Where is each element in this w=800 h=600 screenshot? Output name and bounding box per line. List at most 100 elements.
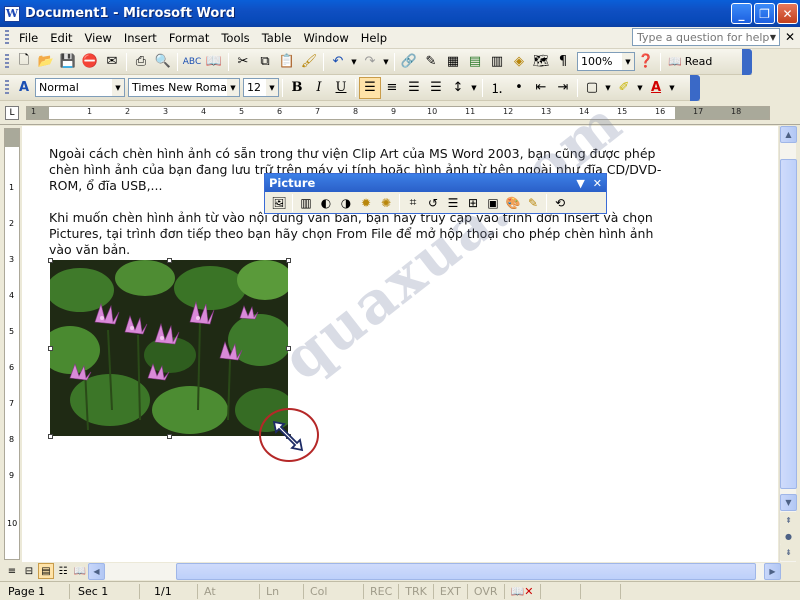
status-column[interactable]: Col xyxy=(304,583,364,599)
bold-button[interactable]: B xyxy=(286,77,308,99)
toolbar-options-icon[interactable] xyxy=(742,49,752,75)
minimize-button[interactable]: _ xyxy=(731,3,752,24)
font-size-dropdown-icon[interactable]: ▼ xyxy=(266,79,278,96)
horizontal-scroll-thumb[interactable] xyxy=(176,563,756,580)
resize-handle-bottom[interactable] xyxy=(167,434,172,439)
highlight-dropdown-icon[interactable]: ▼ xyxy=(635,77,645,99)
reading-layout-icon[interactable]: 📖 xyxy=(72,563,88,579)
resize-handle-top-left[interactable] xyxy=(48,258,53,263)
status-trk[interactable]: TRK xyxy=(399,583,434,599)
outline-view-icon[interactable]: ☷ xyxy=(55,563,71,579)
word-app-icon[interactable]: W xyxy=(4,5,20,22)
menu-grip-icon[interactable] xyxy=(5,29,9,46)
font-color-icon[interactable]: A xyxy=(645,77,667,99)
resize-handle-top-right[interactable] xyxy=(286,258,291,263)
print-layout-icon[interactable]: ▤ xyxy=(38,563,54,579)
restore-button[interactable]: ❐ xyxy=(754,3,775,24)
save-icon[interactable]: 💾 xyxy=(57,51,79,73)
undo-dropdown-icon[interactable]: ▼ xyxy=(349,51,359,73)
rotate-left-icon[interactable]: ↺ xyxy=(423,193,443,212)
redo-dropdown-icon[interactable]: ▼ xyxy=(381,51,391,73)
paragraph-2[interactable]: Khi muốn chèn hình ảnh từ vào nội dung v… xyxy=(49,210,669,258)
columns-icon[interactable]: ▥ xyxy=(486,51,508,73)
color-icon[interactable]: ▥ xyxy=(296,193,316,212)
print-preview-icon[interactable]: 🔍 xyxy=(152,51,174,73)
help-icon[interactable]: ❓ xyxy=(635,51,657,73)
insert-excel-icon[interactable]: ▤ xyxy=(464,51,486,73)
paste-icon[interactable]: 📋 xyxy=(276,51,298,73)
select-browse-object-icon[interactable]: ● xyxy=(780,528,797,545)
scroll-down-icon[interactable]: ▼ xyxy=(780,494,797,511)
numbering-icon[interactable]: ⒈ xyxy=(486,77,508,99)
highlight-icon[interactable]: ✐ xyxy=(613,77,635,99)
status-line[interactable]: Ln xyxy=(260,583,304,599)
email-icon[interactable]: ✉ xyxy=(101,51,123,73)
resize-handle-bottom-left[interactable] xyxy=(48,434,53,439)
permission-icon[interactable]: ⛔ xyxy=(79,51,101,73)
more-contrast-icon[interactable]: ◐ xyxy=(316,193,336,212)
tab-selector-icon[interactable]: L xyxy=(5,106,19,120)
normal-view-icon[interactable]: ≡ xyxy=(4,563,20,579)
zoom-dropdown-icon[interactable]: ▼ xyxy=(622,53,634,70)
decrease-indent-icon[interactable]: ⇤ xyxy=(530,77,552,99)
spelling-icon[interactable]: ABC xyxy=(181,51,203,73)
line-spacing-dropdown-icon[interactable]: ▼ xyxy=(469,77,479,99)
less-contrast-icon[interactable]: ◑ xyxy=(336,193,356,212)
new-document-icon[interactable]: 🗋 xyxy=(13,51,35,73)
status-section[interactable]: Sec 1 xyxy=(70,583,140,599)
increase-indent-icon[interactable]: ⇥ xyxy=(552,77,574,99)
toolbar-grip-icon[interactable] xyxy=(5,53,9,70)
toolbar-options-icon[interactable] xyxy=(690,75,700,101)
menu-window[interactable]: Window xyxy=(297,31,354,45)
help-search-input[interactable]: Type a question for help xyxy=(632,28,780,46)
tables-borders-icon[interactable]: ✎ xyxy=(420,51,442,73)
resize-handle-left[interactable] xyxy=(48,346,53,351)
insert-picture-icon[interactable]: 🖼 xyxy=(269,193,289,212)
toolbar-options-dropdown-icon[interactable]: ▼ xyxy=(576,177,584,190)
align-left-icon[interactable]: ☰ xyxy=(359,76,381,99)
scroll-right-icon[interactable]: ▶ xyxy=(764,563,781,580)
reset-picture-icon[interactable]: ⟲ xyxy=(550,193,570,212)
underline-button[interactable]: U xyxy=(330,77,352,99)
read-button[interactable]: 📖 Read xyxy=(664,55,716,68)
styles-formatting-icon[interactable]: A xyxy=(13,77,35,99)
show-hide-icon[interactable]: ¶ xyxy=(552,51,574,73)
menu-insert[interactable]: Insert xyxy=(118,31,163,45)
line-spacing-icon[interactable]: ↕ xyxy=(447,77,469,99)
menu-format[interactable]: Format xyxy=(163,31,216,45)
more-brightness-icon[interactable]: ✹ xyxy=(356,193,376,212)
crop-icon[interactable]: ⌗ xyxy=(403,193,423,212)
vertical-scroll-thumb[interactable] xyxy=(780,159,797,489)
redo-icon[interactable]: ↷ xyxy=(359,51,381,73)
status-at[interactable]: At xyxy=(198,583,260,599)
less-brightness-icon[interactable]: ✺ xyxy=(376,193,396,212)
style-select[interactable]: Normal ▼ xyxy=(35,78,125,97)
menu-file[interactable]: File xyxy=(13,31,44,45)
document-close-icon[interactable]: ✕ xyxy=(785,30,795,44)
web-layout-icon[interactable]: ⊟ xyxy=(21,563,37,579)
cut-icon[interactable]: ✂ xyxy=(232,51,254,73)
menu-tools[interactable]: Tools xyxy=(215,31,255,45)
align-right-icon[interactable]: ☰ xyxy=(403,77,425,99)
horizontal-scrollbar[interactable]: ◀ ▶ xyxy=(88,563,781,580)
format-picture-icon[interactable]: 🎨 xyxy=(503,193,523,212)
font-dropdown-icon[interactable]: ▼ xyxy=(227,79,239,96)
vertical-scrollbar[interactable]: ▲ ▼ ⇞ ● ⇟ xyxy=(779,126,797,562)
help-dropdown-icon[interactable]: ▼ xyxy=(767,29,779,45)
border-dropdown-icon[interactable]: ▼ xyxy=(603,77,613,99)
research-icon[interactable]: 📖 xyxy=(203,51,225,73)
undo-icon[interactable]: ↶ xyxy=(327,51,349,73)
previous-page-icon[interactable]: ⇞ xyxy=(780,512,797,529)
copy-icon[interactable]: ⧉ xyxy=(254,51,276,73)
style-dropdown-icon[interactable]: ▼ xyxy=(112,79,124,96)
font-select[interactable]: Times New Roman ▼ xyxy=(128,78,240,97)
text-wrapping-icon[interactable]: ▣ xyxy=(483,193,503,212)
inserted-picture[interactable] xyxy=(50,260,288,436)
picture-toolbar[interactable]: Picture ▼ ✕ 🖼 ▥ ◐ ◑ ✹ ✺ ⌗ ↺ ☰ ⊞ ▣ 🎨 ✎ ⟲ xyxy=(264,173,607,214)
toolbar-grip-icon[interactable] xyxy=(5,79,9,96)
status-ext[interactable]: EXT xyxy=(434,583,468,599)
format-painter-icon[interactable]: 🖌 xyxy=(298,51,320,73)
drawing-icon[interactable]: ◈ xyxy=(508,51,530,73)
open-folder-icon[interactable]: 📂 xyxy=(35,51,57,73)
status-rec[interactable]: REC xyxy=(364,583,400,599)
